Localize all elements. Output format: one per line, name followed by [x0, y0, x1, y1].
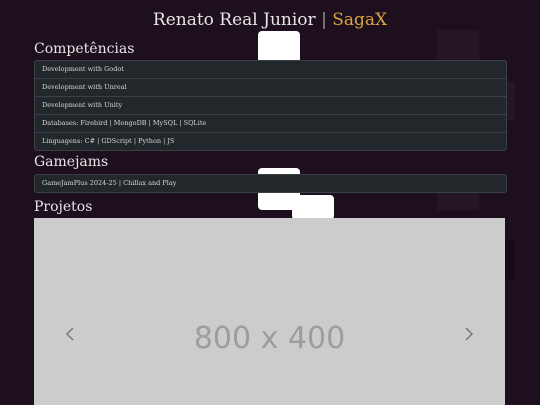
title-separator: | [321, 10, 327, 30]
skills-list: Development with Godot Development with … [34, 60, 507, 151]
background-decoration [292, 195, 334, 220]
chevron-right-icon [465, 327, 474, 341]
skills-title: Competências [34, 41, 135, 57]
background-decoration [437, 30, 479, 60]
gamejams-list: GameJamPlus 2024-25 | Chillax and Play [34, 174, 507, 193]
carousel-image-placeholder: 800 x 400 [193, 321, 346, 356]
list-item: Linguagens: C# | GDScript | Python | JS [42, 137, 175, 145]
site-title: Renato Real Junior [152, 10, 316, 30]
carousel-next-button[interactable] [457, 322, 481, 346]
chevron-left-icon [65, 327, 74, 341]
carousel-prev-button[interactable] [58, 322, 82, 346]
gamejams-title: Gamejams [34, 154, 109, 170]
list-item: GameJamPlus 2024-25 | Chillax and Play [42, 179, 177, 187]
site-header: Renato Real Junior | SagaX [0, 9, 540, 31]
background-decoration [258, 31, 300, 63]
projects-title: Projetos [34, 199, 93, 215]
list-item: Databases: Firebird | MongoDB | MySQL | … [35, 115, 506, 133]
background-decoration [505, 240, 515, 280]
projects-carousel: 800 x 400 [34, 218, 505, 405]
brand-link[interactable]: SagaX [332, 10, 387, 30]
list-item: Development with Unity [35, 97, 506, 115]
list-item: Development with Godot [35, 61, 506, 79]
list-item: Development with Unreal [35, 79, 506, 97]
